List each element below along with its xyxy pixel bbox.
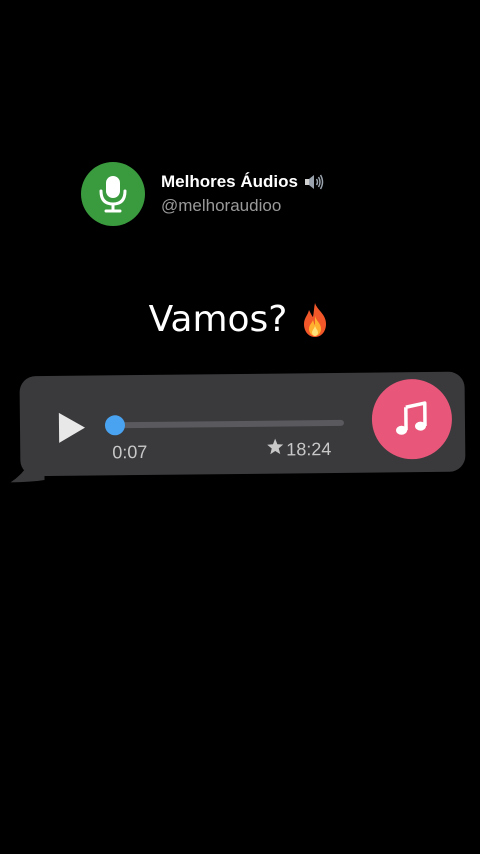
profile-header: Melhores Áudios @melhoraudioo — [81, 162, 324, 226]
audio-message: 0:07 18:24 — [7, 366, 468, 487]
caption-text: Vamos? — [148, 299, 288, 340]
fire-icon — [299, 302, 331, 338]
elapsed-time: 0:07 — [112, 441, 148, 463]
profile-text: Melhores Áudios @melhoraudioo — [161, 171, 324, 217]
play-button[interactable] — [56, 410, 88, 446]
music-note-icon — [396, 401, 427, 435]
profile-handle[interactable]: @melhoraudioo — [161, 195, 324, 217]
caption: Vamos? — [0, 296, 480, 344]
screen: Melhores Áudios @melhoraudioo Vamos? 0:0… — [0, 0, 480, 854]
music-button[interactable] — [371, 378, 453, 460]
speaker-icon — [304, 173, 324, 191]
profile-name-row: Melhores Áudios — [161, 171, 324, 193]
play-icon — [58, 412, 86, 443]
star-icon — [266, 438, 284, 461]
microphone-icon — [99, 176, 127, 213]
progress-knob[interactable] — [104, 415, 126, 436]
duration-time: 18:24 — [286, 438, 332, 459]
profile-name: Melhores Áudios — [161, 172, 298, 191]
duration-row: 18:24 — [266, 437, 331, 461]
avatar[interactable] — [81, 162, 145, 226]
